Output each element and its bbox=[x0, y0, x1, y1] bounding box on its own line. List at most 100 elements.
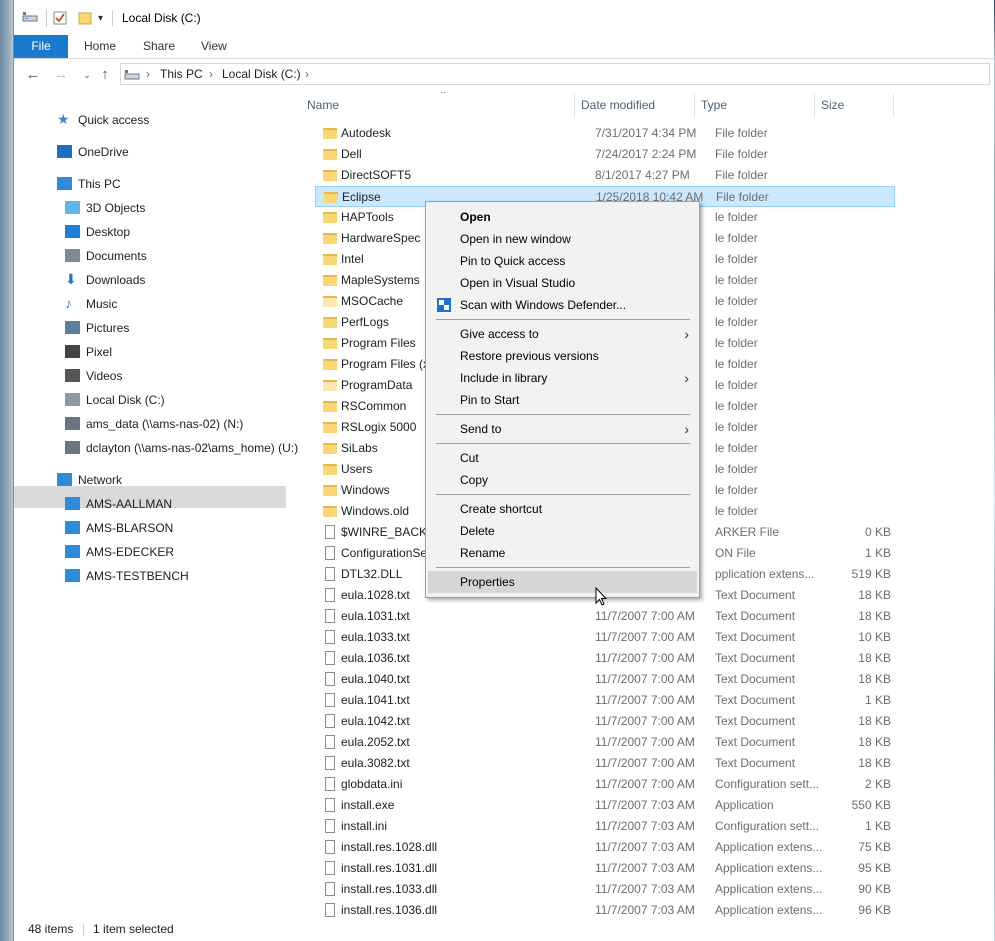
table-row[interactable]: eula.1033.txt 11/7/2007 7:00 AM Text Docum… bbox=[315, 627, 895, 648]
breadcrumb-local-disk[interactable]: Local Disk (C:) bbox=[222, 67, 301, 81]
file-size: 96 KB bbox=[858, 903, 891, 917]
cloud-icon bbox=[57, 145, 72, 158]
network-drive-icon bbox=[65, 441, 80, 454]
menu-item-delete[interactable]: Delete bbox=[426, 520, 699, 542]
menu-item-properties[interactable]: Properties bbox=[428, 571, 697, 593]
menu-item-label: Send to bbox=[460, 422, 502, 436]
file-date: 11/7/2007 7:00 AM bbox=[595, 756, 695, 770]
file-type: ARKER File bbox=[715, 525, 780, 539]
folder-icon bbox=[323, 464, 337, 475]
table-row[interactable]: install.ini 11/7/2007 7:03 AM Configuratio… bbox=[315, 816, 895, 837]
file-type: le folder bbox=[715, 378, 758, 392]
menu-item-label: Restore previous versions bbox=[460, 349, 599, 363]
back-arrow-icon[interactable]: ← bbox=[24, 66, 42, 84]
table-row[interactable]: eula.1040.txt 11/7/2007 7:00 AM Text Docum… bbox=[315, 669, 895, 690]
table-row[interactable]: eula.1031.txt 11/7/2007 7:00 AM Text Docum… bbox=[315, 606, 895, 627]
file-name: eula.1036.txt bbox=[341, 651, 410, 665]
column-header-date[interactable]: Date modified bbox=[581, 92, 655, 118]
file-name: Intel bbox=[341, 252, 364, 266]
breadcrumb-chevron-icon[interactable]: › bbox=[209, 67, 213, 81]
table-row[interactable]: globdata.ini 11/7/2007 7:00 AM Configurati… bbox=[315, 774, 895, 795]
tab-home[interactable]: Home bbox=[84, 35, 116, 58]
nav-item-label: Network bbox=[78, 473, 123, 487]
column-divider[interactable] bbox=[694, 94, 695, 118]
table-row[interactable]: install.exe 11/7/2007 7:03 AM Application 5… bbox=[315, 795, 895, 816]
breadcrumb-chevron-icon[interactable]: › bbox=[305, 67, 309, 81]
menu-item-copy[interactable]: Copy bbox=[426, 469, 699, 491]
menu-item-open-in-new-window[interactable]: Open in new window bbox=[426, 228, 699, 250]
menu-item-rename[interactable]: Rename bbox=[426, 542, 699, 564]
file-type: Text Document bbox=[715, 651, 796, 665]
new-folder-icon[interactable] bbox=[78, 9, 92, 27]
file-icon bbox=[325, 525, 335, 539]
table-row[interactable]: Autodesk 7/31/2017 4:34 PM File folder bbox=[315, 123, 895, 144]
up-arrow-icon[interactable]: ↑ bbox=[96, 66, 114, 84]
picture-icon bbox=[65, 321, 80, 334]
properties-icon[interactable] bbox=[46, 9, 67, 27]
folder-icon bbox=[323, 359, 337, 370]
column-divider[interactable] bbox=[893, 94, 894, 118]
table-row[interactable]: eula.2052.txt 11/7/2007 7:00 AM Text Docum… bbox=[315, 732, 895, 753]
sort-ascending-icon: ⌃ bbox=[439, 92, 448, 101]
recent-locations-icon[interactable]: ⌄ bbox=[78, 66, 96, 84]
menu-item-pin-to-start[interactable]: Pin to Start bbox=[426, 389, 699, 411]
menu-item-label: Open bbox=[460, 210, 491, 224]
table-row[interactable]: DirectSOFT5 8/1/2017 4:27 PM File folder bbox=[315, 165, 895, 186]
monitor-icon bbox=[65, 545, 80, 558]
menu-item-send-to[interactable]: Send to › bbox=[426, 418, 699, 440]
folder-icon bbox=[323, 149, 337, 160]
table-row[interactable]: Dell 7/24/2017 2:24 PM File folder bbox=[315, 144, 895, 165]
menu-item-open-in-visual-studio[interactable]: Open in Visual Studio bbox=[426, 272, 699, 294]
tab-share[interactable]: Share bbox=[143, 35, 175, 58]
column-header-type[interactable]: Type bbox=[701, 92, 727, 118]
table-row[interactable]: eula.1042.txt 11/7/2007 7:00 AM Text Docum… bbox=[315, 711, 895, 732]
table-row[interactable]: install.res.1036.dll 11/7/2007 7:03 AM App… bbox=[315, 900, 895, 918]
folder-icon bbox=[323, 170, 337, 181]
menu-item-include-in-library[interactable]: Include in library › bbox=[426, 367, 699, 389]
menu-item-create-shortcut[interactable]: Create shortcut bbox=[426, 498, 699, 520]
table-row[interactable]: eula.3082.txt 11/7/2007 7:00 AM Text Docum… bbox=[315, 753, 895, 774]
file-name: eula.1042.txt bbox=[341, 714, 410, 728]
forward-arrow-icon[interactable]: → bbox=[52, 66, 70, 84]
table-row[interactable]: install.res.1028.dll 11/7/2007 7:03 AM App… bbox=[315, 837, 895, 858]
file-size: 519 KB bbox=[851, 567, 891, 581]
title-bar: ▾ Local Disk (C:) bbox=[14, 0, 994, 35]
breadcrumb-chevron-icon[interactable]: › bbox=[146, 67, 150, 81]
breadcrumb-this-pc[interactable]: This PC bbox=[160, 67, 203, 81]
menu-item-scan-with-windows-defender[interactable]: Scan with Windows Defender... bbox=[426, 294, 699, 316]
table-row[interactable]: install.res.1033.dll 11/7/2007 7:03 AM App… bbox=[315, 879, 895, 900]
file-type: Application extens... bbox=[715, 903, 823, 917]
file-name: install.res.1028.dll bbox=[341, 840, 438, 854]
file-type: File folder bbox=[715, 168, 768, 182]
table-row[interactable]: eula.1036.txt 11/7/2007 7:00 AM Text Docum… bbox=[315, 648, 895, 669]
customize-toolbar-icon[interactable]: ▾ bbox=[98, 9, 103, 27]
tab-view[interactable]: View bbox=[201, 35, 227, 58]
file-date: 11/7/2007 7:00 AM bbox=[595, 672, 695, 686]
nav-item-label: 3D Objects bbox=[86, 201, 146, 215]
file-size: 18 KB bbox=[858, 588, 891, 602]
column-divider[interactable] bbox=[814, 94, 815, 118]
star-icon: ★ bbox=[57, 111, 70, 127]
folder-icon bbox=[323, 254, 337, 265]
file-type: File folder bbox=[716, 190, 769, 204]
tab-file[interactable]: File bbox=[14, 35, 68, 58]
file-name: install.res.1033.dll bbox=[341, 882, 438, 896]
menu-item-give-access-to[interactable]: Give access to › bbox=[426, 323, 699, 345]
nav-item-label: AMS-TESTBENCH bbox=[86, 569, 189, 583]
folder-icon bbox=[324, 192, 338, 203]
table-row[interactable]: install.res.1031.dll 11/7/2007 7:03 AM App… bbox=[315, 858, 895, 879]
menu-item-cut[interactable]: Cut bbox=[426, 447, 699, 469]
menu-item-restore-previous-versions[interactable]: Restore previous versions bbox=[426, 345, 699, 367]
column-header-name[interactable]: Name bbox=[307, 92, 339, 118]
file-date: 11/7/2007 7:00 AM bbox=[595, 609, 695, 623]
file-date: 11/7/2007 7:00 AM bbox=[595, 630, 695, 644]
menu-item-label: Properties bbox=[460, 575, 515, 589]
column-header-size[interactable]: Size bbox=[821, 92, 844, 118]
menu-item-pin-to-quick-access[interactable]: Pin to Quick access bbox=[426, 250, 699, 272]
column-divider[interactable] bbox=[574, 94, 575, 118]
table-row[interactable]: eula.1041.txt 11/7/2007 7:00 AM Text Docum… bbox=[315, 690, 895, 711]
menu-item-open[interactable]: Open bbox=[426, 206, 699, 228]
file-type: Text Document bbox=[715, 756, 796, 770]
file-type: le folder bbox=[715, 210, 758, 224]
music-icon: ♪ bbox=[65, 295, 72, 311]
